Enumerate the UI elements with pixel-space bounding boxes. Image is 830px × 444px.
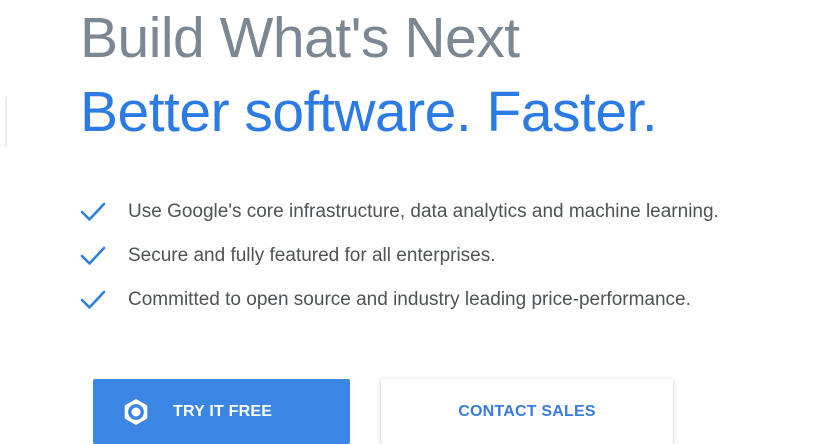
list-item: Secure and fully featured for all enterp… [80,234,719,278]
try-it-free-button[interactable]: TRY IT FREE [93,379,350,444]
google-cloud-icon [124,398,148,425]
try-it-free-label: TRY IT FREE [173,402,273,420]
list-item: Use Google's core infrastructure, data a… [80,190,719,234]
hero-subtitle: Better software. Faster. [80,80,658,144]
check-icon [80,202,106,221]
feature-text: Committed to open source and industry le… [128,289,691,310]
feature-list: Use Google's core infrastructure, data a… [80,190,719,322]
list-item: Committed to open source and industry le… [80,278,719,322]
feature-text: Use Google's core infrastructure, data a… [128,201,719,222]
check-icon [80,290,106,309]
contact-sales-button[interactable]: CONTACT SALES [381,379,673,444]
check-icon [80,246,106,265]
left-edge-divider [5,97,7,147]
contact-sales-label: CONTACT SALES [458,402,596,420]
feature-text: Secure and fully featured for all enterp… [128,245,496,266]
hero-title: Build What's Next [80,6,520,70]
